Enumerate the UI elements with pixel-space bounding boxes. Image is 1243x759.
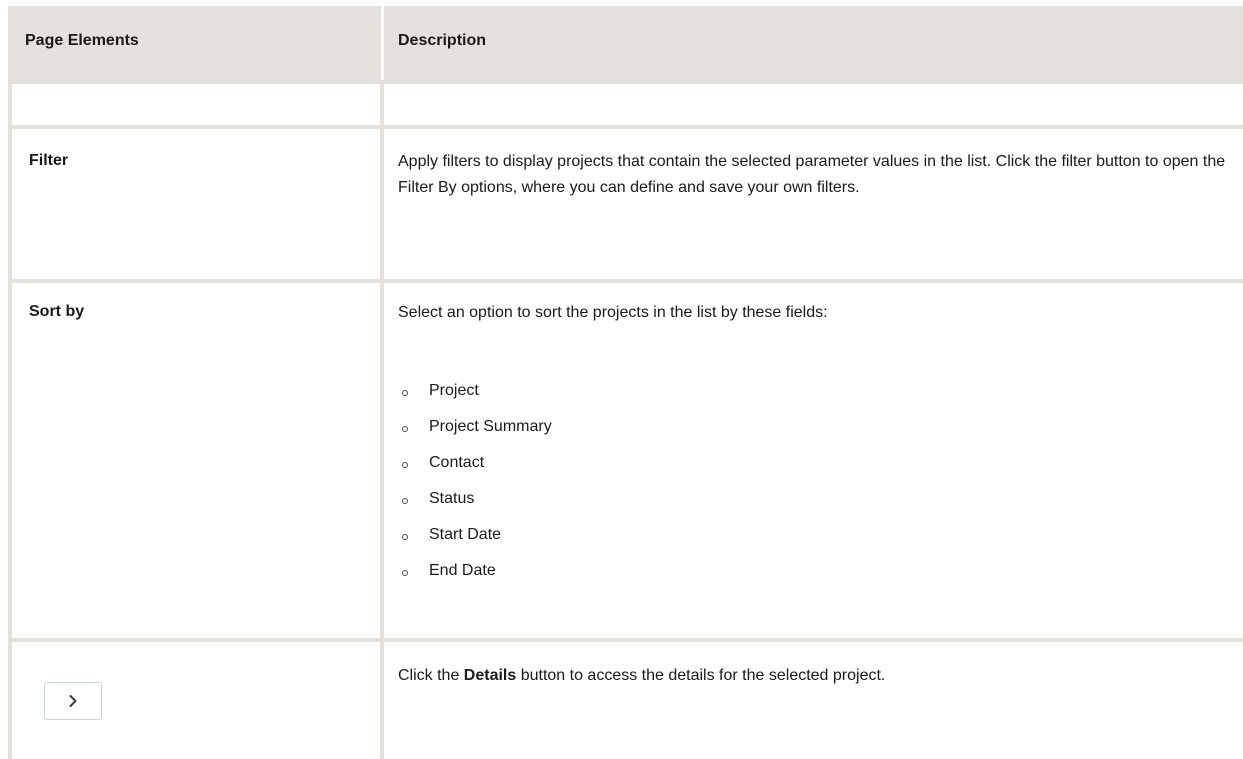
- table-row-sort-by: Sort by Select an option to sort the pro…: [8, 279, 1243, 638]
- circle-bullet-icon: [402, 390, 408, 396]
- table-row-empty: [8, 80, 1243, 125]
- details-desc-after: button to access the details for the sel…: [516, 667, 886, 684]
- circle-bullet-icon: [402, 534, 408, 540]
- sort-by-description: Select an option to sort the projects in…: [398, 304, 828, 321]
- circle-bullet-icon: [402, 498, 408, 504]
- list-item: Contact: [398, 450, 552, 486]
- list-item: Start Date: [398, 522, 552, 558]
- sort-option-label: Project Summary: [429, 418, 552, 435]
- page-elements-table: Page Elements Description Filter Apply f…: [8, 6, 1243, 759]
- list-item: Project Summary: [398, 414, 552, 450]
- empty-cell-left: [8, 84, 384, 125]
- sort-by-term-cell: Sort by: [8, 283, 384, 638]
- details-term-cell: [8, 642, 384, 759]
- table-header-row: Page Elements Description: [8, 6, 1243, 80]
- filter-description-cell: Apply filters to display projects that c…: [384, 129, 1243, 279]
- sort-by-description-cell: Select an option to sort the projects in…: [384, 283, 1243, 638]
- details-desc-bold: Details: [463, 667, 517, 684]
- sort-option-label: Start Date: [429, 526, 502, 543]
- sort-options-list: Project Project Summary Contact Status S…: [398, 378, 552, 594]
- circle-bullet-icon: [402, 462, 408, 468]
- details-desc-before: Click the: [398, 667, 464, 684]
- list-item: End Date: [398, 558, 552, 594]
- details-description: Click the Details button to access the d…: [398, 663, 1243, 689]
- details-description-cell: Click the Details button to access the d…: [384, 642, 1243, 759]
- circle-bullet-icon: [402, 426, 408, 432]
- chevron-right-icon: [69, 695, 77, 707]
- filter-term-cell: Filter: [8, 129, 384, 279]
- circle-bullet-icon: [402, 570, 408, 576]
- table-row-filter: Filter Apply filters to display projects…: [8, 125, 1243, 279]
- list-item: Status: [398, 486, 552, 522]
- sort-option-label: Project: [429, 382, 479, 399]
- filter-term: Filter: [29, 152, 69, 169]
- sort-option-label: End Date: [429, 562, 496, 579]
- details-button[interactable]: [44, 682, 102, 720]
- list-item: Project: [398, 378, 552, 414]
- header-page-elements: Page Elements: [25, 32, 139, 49]
- header-cell-description: Description: [384, 6, 1243, 80]
- header-cell-page-elements: Page Elements: [8, 6, 384, 80]
- filter-description: Apply filters to display projects that c…: [398, 153, 1226, 196]
- sort-by-term: Sort by: [29, 303, 85, 320]
- sort-option-label: Contact: [429, 454, 485, 471]
- empty-cell-right: [384, 84, 1243, 125]
- header-description: Description: [398, 32, 487, 49]
- sort-option-label: Status: [429, 490, 475, 507]
- table-row-details: Click the Details button to access the d…: [8, 638, 1243, 759]
